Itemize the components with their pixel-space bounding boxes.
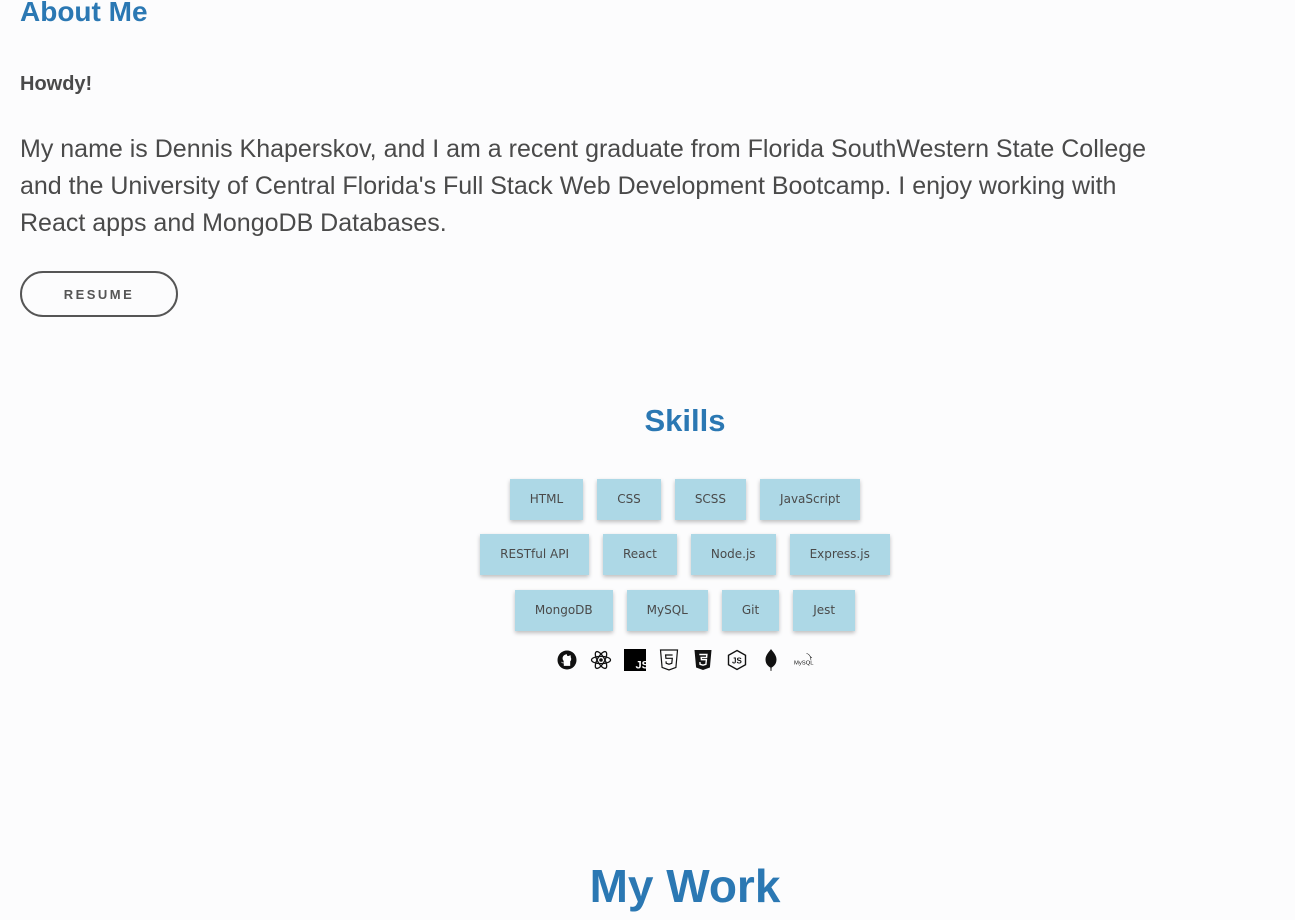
javascript-icon[interactable]: JS	[624, 649, 646, 671]
tech-icons: JS JS MySQL	[0, 649, 1295, 671]
svg-text:MySQL: MySQL	[794, 660, 814, 666]
about-title: About Me	[20, 0, 148, 27]
skills-row-1: HTML CSS SCSS JavaScript	[0, 479, 1295, 520]
my-work-title: My Work	[589, 860, 781, 912]
css3-icon[interactable]	[692, 649, 714, 671]
skills-row-2: RESTful API React Node.js Express.js	[0, 534, 1295, 575]
github-icon[interactable]	[556, 649, 578, 671]
mongodb-icon[interactable]	[760, 649, 782, 671]
mysql-icon[interactable]: MySQL	[794, 649, 816, 671]
skill-chip-jest: Jest	[793, 590, 856, 631]
skills-title: Skills	[644, 403, 726, 438]
skill-chip-scss: SCSS	[674, 479, 747, 520]
skill-chip-mysql: MySQL	[626, 590, 708, 631]
nodejs-icon[interactable]: JS	[726, 649, 748, 671]
skill-chip-git: Git	[721, 590, 780, 631]
skill-chip-javascript: JavaScript	[760, 479, 861, 520]
svg-text:JS: JS	[635, 659, 646, 671]
html5-icon[interactable]	[658, 649, 680, 671]
bio-text: My name is Dennis Khaperskov, and I am a…	[20, 135, 1147, 237]
skill-chip-mongodb: MongoDB	[514, 590, 613, 631]
react-icon[interactable]	[590, 649, 612, 671]
skill-chip-restful-api: RESTful API	[480, 534, 589, 575]
skill-chip-react: React	[603, 534, 677, 575]
skill-chip-nodejs: Node.js	[690, 534, 776, 575]
resume-button[interactable]: RESUME	[20, 271, 178, 317]
greeting: Howdy!	[20, 73, 93, 95]
skills-row-3: MongoDB MySQL Git Jest	[0, 590, 1295, 631]
skill-chip-html: HTML	[509, 479, 584, 520]
skill-chip-expressjs: Express.js	[789, 534, 890, 575]
skill-chip-css: CSS	[597, 479, 661, 520]
svg-text:JS: JS	[732, 657, 742, 666]
